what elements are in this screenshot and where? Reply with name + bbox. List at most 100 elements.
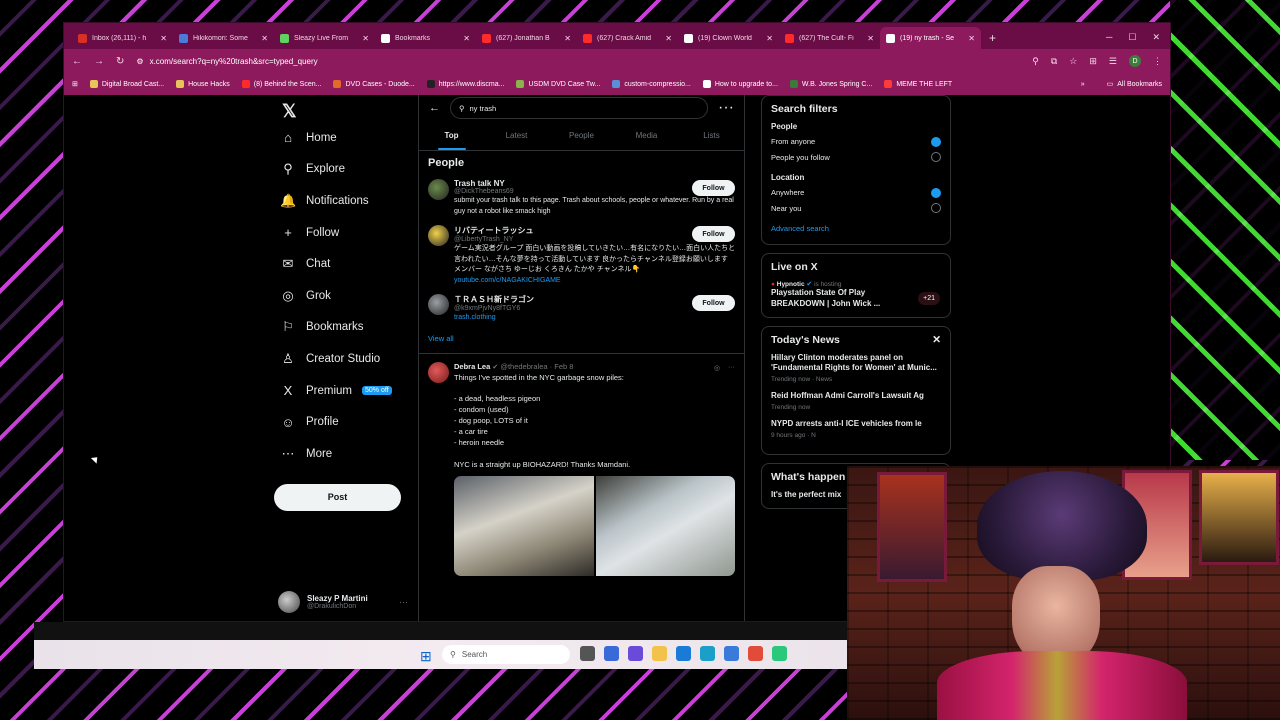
bookmark-item[interactable]: How to upgrade to... bbox=[702, 80, 778, 88]
bookmark-item[interactable]: DVD Cases - Duode... bbox=[333, 80, 415, 88]
tweet-media[interactable] bbox=[454, 476, 735, 577]
minimize-icon[interactable]: ─ bbox=[1106, 32, 1112, 43]
edge-icon[interactable] bbox=[700, 646, 715, 661]
address-bar[interactable]: ⚙ x.com/search?q=ny%20trash&src=typed_qu… bbox=[136, 57, 1020, 66]
browser-tab[interactable]: Bookmarks ✕ bbox=[375, 27, 476, 49]
close-icon[interactable]: ✕ bbox=[932, 334, 941, 346]
all-bookmarks[interactable]: ▭ All Bookmarks bbox=[1107, 80, 1162, 89]
new-tab-button[interactable]: + bbox=[981, 31, 1004, 49]
follow-button[interactable]: Follow bbox=[692, 226, 735, 242]
extensions-icon[interactable]: ⊞ bbox=[1089, 56, 1097, 67]
tweet-author-name[interactable]: Debra Lea bbox=[454, 362, 490, 371]
more-options-icon[interactable]: ··· bbox=[718, 99, 734, 117]
back-icon[interactable]: ← bbox=[72, 56, 82, 67]
chrome-icon[interactable] bbox=[748, 646, 763, 661]
sidebar-item-bookmarks[interactable]: ⚐ Bookmarks bbox=[274, 312, 418, 344]
close-tab-icon[interactable]: ✕ bbox=[766, 34, 773, 43]
profile-avatar[interactable]: D bbox=[1129, 55, 1141, 67]
bookmark-item[interactable]: MEME THE LEFT bbox=[884, 80, 952, 88]
bookmark-item[interactable]: https://www.discma... bbox=[426, 80, 504, 88]
browser-tab[interactable]: (627) Jonathan B ✕ bbox=[476, 27, 577, 49]
tweet-image[interactable] bbox=[454, 476, 594, 577]
radio-button[interactable] bbox=[931, 187, 941, 198]
file-explorer-icon[interactable] bbox=[652, 646, 667, 661]
close-tab-icon[interactable]: ✕ bbox=[564, 34, 571, 43]
sidebar-item-follow[interactable]: + Follow bbox=[274, 217, 418, 249]
follow-button[interactable]: Follow bbox=[692, 180, 735, 196]
search-input[interactable]: ⚲ ny trash bbox=[450, 97, 709, 119]
sidebar-item-home[interactable]: ⌂ Home bbox=[274, 122, 418, 154]
site-info-icon[interactable]: ⚙ bbox=[136, 57, 143, 66]
radio-button[interactable] bbox=[931, 203, 941, 214]
sidebar-item-explore[interactable]: ⚲ Explore bbox=[274, 154, 418, 186]
news-item[interactable]: NYPD arrests anti-I ICE vehicles from le… bbox=[771, 419, 941, 439]
filter-option[interactable]: From anyone bbox=[771, 134, 941, 150]
follow-button[interactable]: Follow bbox=[692, 295, 735, 311]
sidebar-item-creator-studio[interactable]: ♙ Creator Studio bbox=[274, 343, 418, 375]
browser-tab[interactable]: Sleazy Live From ✕ bbox=[274, 27, 375, 49]
tweet[interactable]: Debra Lea ✔ @thedebralea · Feb 8 Things … bbox=[419, 354, 744, 585]
sidebar-item-premium[interactable]: X Premium 50% off bbox=[274, 375, 418, 407]
app-icon[interactable] bbox=[772, 646, 787, 661]
browser-tab[interactable]: (627) The Cult- Fi ✕ bbox=[779, 27, 880, 49]
person-result[interactable]: Trash talk NY @DickThebeans69 submit your … bbox=[419, 175, 744, 221]
tab-media[interactable]: Media bbox=[614, 121, 679, 150]
sidebar-item-grok[interactable]: ◎ Grok bbox=[274, 280, 418, 312]
bookmark-item[interactable]: Digital Broad Cast... bbox=[89, 80, 164, 88]
menu-icon[interactable]: ☰ bbox=[1109, 56, 1117, 67]
sidebar-item-chat[interactable]: ✉ Chat bbox=[274, 248, 418, 280]
copilot-icon[interactable] bbox=[604, 646, 619, 661]
news-item[interactable]: Hillary Clinton moderates panel on 'Fund… bbox=[771, 353, 941, 384]
tweet-avatar[interactable] bbox=[428, 361, 449, 383]
person-result[interactable]: リバティートラッシュ @LibertyTrash_NY ゲーム実況者グループ 面白い… bbox=[419, 221, 744, 290]
bookmark-item[interactable]: custom-compressio... bbox=[612, 80, 691, 88]
view-all-link[interactable]: View all bbox=[419, 328, 744, 354]
sidebar-item-notifications[interactable]: 🔔 Notifications bbox=[274, 185, 418, 217]
close-tab-icon[interactable]: ✕ bbox=[665, 34, 672, 43]
news-item[interactable]: Reid Hoffman Admi Carroll's Lawsuit Ag Tr… bbox=[771, 391, 941, 411]
live-stream-title[interactable]: Playstation State Of Play BREAKDOWN | Jo… bbox=[771, 288, 889, 310]
close-tab-icon[interactable]: ✕ bbox=[362, 34, 369, 43]
search-icon[interactable]: ⚲ bbox=[1032, 56, 1039, 67]
sidebar-item-more[interactable]: ⋯ More bbox=[274, 438, 418, 470]
more-icon[interactable]: ··· bbox=[399, 597, 408, 607]
radio-button[interactable] bbox=[931, 136, 941, 147]
browser-tab[interactable]: (627) Crack Amid ✕ bbox=[577, 27, 678, 49]
bookmark-item[interactable]: USDM DVD Case Tw... bbox=[516, 80, 600, 88]
tweet-image[interactable] bbox=[595, 476, 735, 577]
reload-icon[interactable]: ↻ bbox=[116, 56, 124, 67]
more-menu-icon[interactable]: ⋮ bbox=[1153, 56, 1162, 67]
browser-tab[interactable]: (19) Clown World ✕ bbox=[678, 27, 779, 49]
browser-tab[interactable]: Hikikomori: Some ✕ bbox=[173, 27, 274, 49]
person-bio-link[interactable]: youtube.com/c/NAGAKICHIGAME bbox=[454, 277, 561, 284]
browser-tab[interactable]: Inbox (26,111) - h ✕ bbox=[72, 27, 173, 49]
x-logo-icon[interactable]: 𝕏 bbox=[282, 101, 418, 122]
person-avatar[interactable] bbox=[428, 179, 449, 200]
account-switcher[interactable]: Sleazy P Martini @DrakulichDon ··· bbox=[278, 591, 408, 613]
close-tab-icon[interactable]: ✕ bbox=[261, 34, 268, 43]
advanced-search-link[interactable]: Advanced search bbox=[771, 224, 941, 233]
close-window-icon[interactable]: ✕ bbox=[1152, 32, 1160, 43]
person-avatar[interactable] bbox=[428, 225, 449, 246]
mail-icon[interactable] bbox=[676, 646, 691, 661]
person-bio-link[interactable]: trash.clothing bbox=[454, 314, 496, 321]
star-icon[interactable]: ☆ bbox=[1069, 56, 1077, 67]
filter-option[interactable]: People you follow bbox=[771, 150, 941, 166]
sidebar-item-profile[interactable]: ☺ Profile bbox=[274, 406, 418, 438]
post-button[interactable]: Post bbox=[274, 483, 401, 511]
maximize-icon[interactable]: ☐ bbox=[1128, 32, 1136, 43]
bookmark-item[interactable]: House Hacks bbox=[176, 80, 230, 88]
tab-lists[interactable]: Lists bbox=[679, 121, 744, 150]
teams-icon[interactable] bbox=[628, 646, 643, 661]
filter-option[interactable]: Anywhere bbox=[771, 185, 941, 201]
chevron-right-icon[interactable]: » bbox=[1081, 81, 1085, 88]
grok-icon[interactable]: ◎ bbox=[714, 364, 720, 372]
browser-tab[interactable]: (19) ny trash - Se ✕ bbox=[880, 27, 981, 49]
more-icon[interactable]: ··· bbox=[728, 364, 735, 372]
filter-option[interactable]: Near you bbox=[771, 201, 941, 217]
person-result[interactable]: ＴＲＡＳＨ新ドラゴン @k9xmPjvNy8fTGY6 trash.clothin… bbox=[419, 290, 744, 328]
bookmark-item[interactable]: W.B. Jones Spring C... bbox=[789, 80, 872, 88]
close-tab-icon[interactable]: ✕ bbox=[160, 34, 167, 43]
windows-start-icon[interactable]: ⊞ bbox=[420, 648, 432, 665]
bookmark-item[interactable]: (8) Behind the Scen... bbox=[241, 80, 321, 88]
